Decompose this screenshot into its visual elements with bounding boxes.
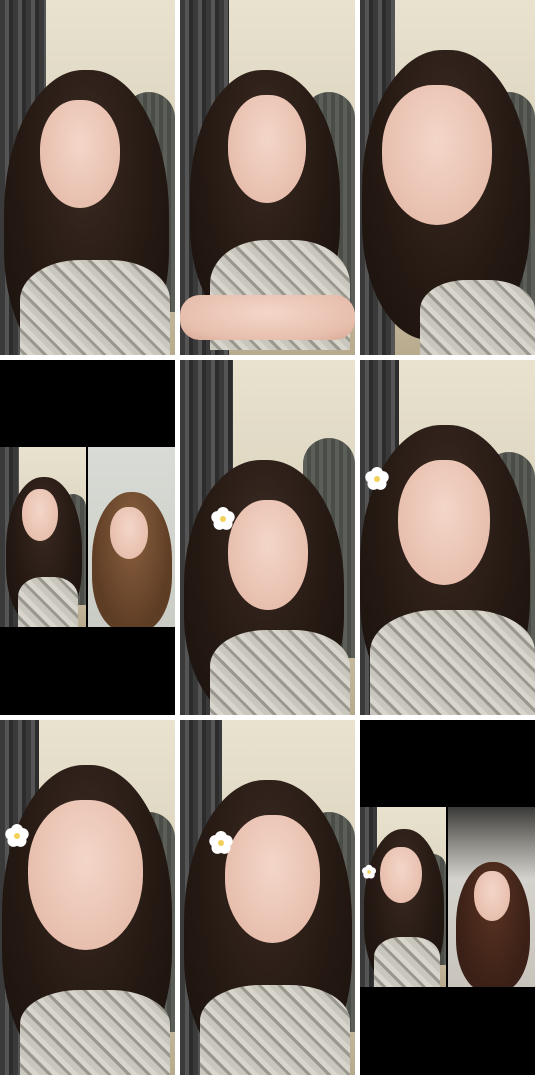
face [380,847,422,903]
hair-flower [361,864,377,880]
tile-7 [0,720,175,1075]
face [228,500,308,610]
tile-3 [360,0,535,355]
split-screen [0,447,175,627]
split-left [0,447,86,627]
blouse [370,610,535,715]
blouse [200,985,350,1075]
blouse [420,280,535,355]
face [28,800,143,950]
face [382,85,492,225]
face [398,460,490,585]
split-right [448,807,535,987]
tile-8 [180,720,355,1075]
photo-frame [180,720,355,1075]
split-left [360,807,446,987]
tile-5 [180,360,355,715]
hair-flower [207,830,235,857]
photo-frame [180,0,355,355]
blouse [18,577,78,627]
face [110,507,148,559]
hair-flower [3,823,31,850]
tile-4 [0,360,175,715]
photo-frame [360,0,535,355]
photo-frame [360,360,535,715]
tile-9 [360,720,535,1075]
split-right [88,447,175,627]
split-screen [360,807,535,987]
face [40,100,120,208]
blouse [20,990,170,1075]
photo-frame [0,720,175,1075]
photo-frame [180,360,355,715]
tile-2 [180,0,355,355]
face [22,489,58,541]
tile-6 [360,360,535,715]
face [474,871,510,921]
blouse [20,260,170,355]
hair-flower [209,506,237,533]
tile-1 [0,0,175,355]
blouse [210,630,350,715]
arm [180,295,355,340]
blouse [374,937,440,987]
hair-flower [363,466,391,493]
photo-frame [0,0,175,355]
face [225,815,320,943]
face [228,95,306,203]
